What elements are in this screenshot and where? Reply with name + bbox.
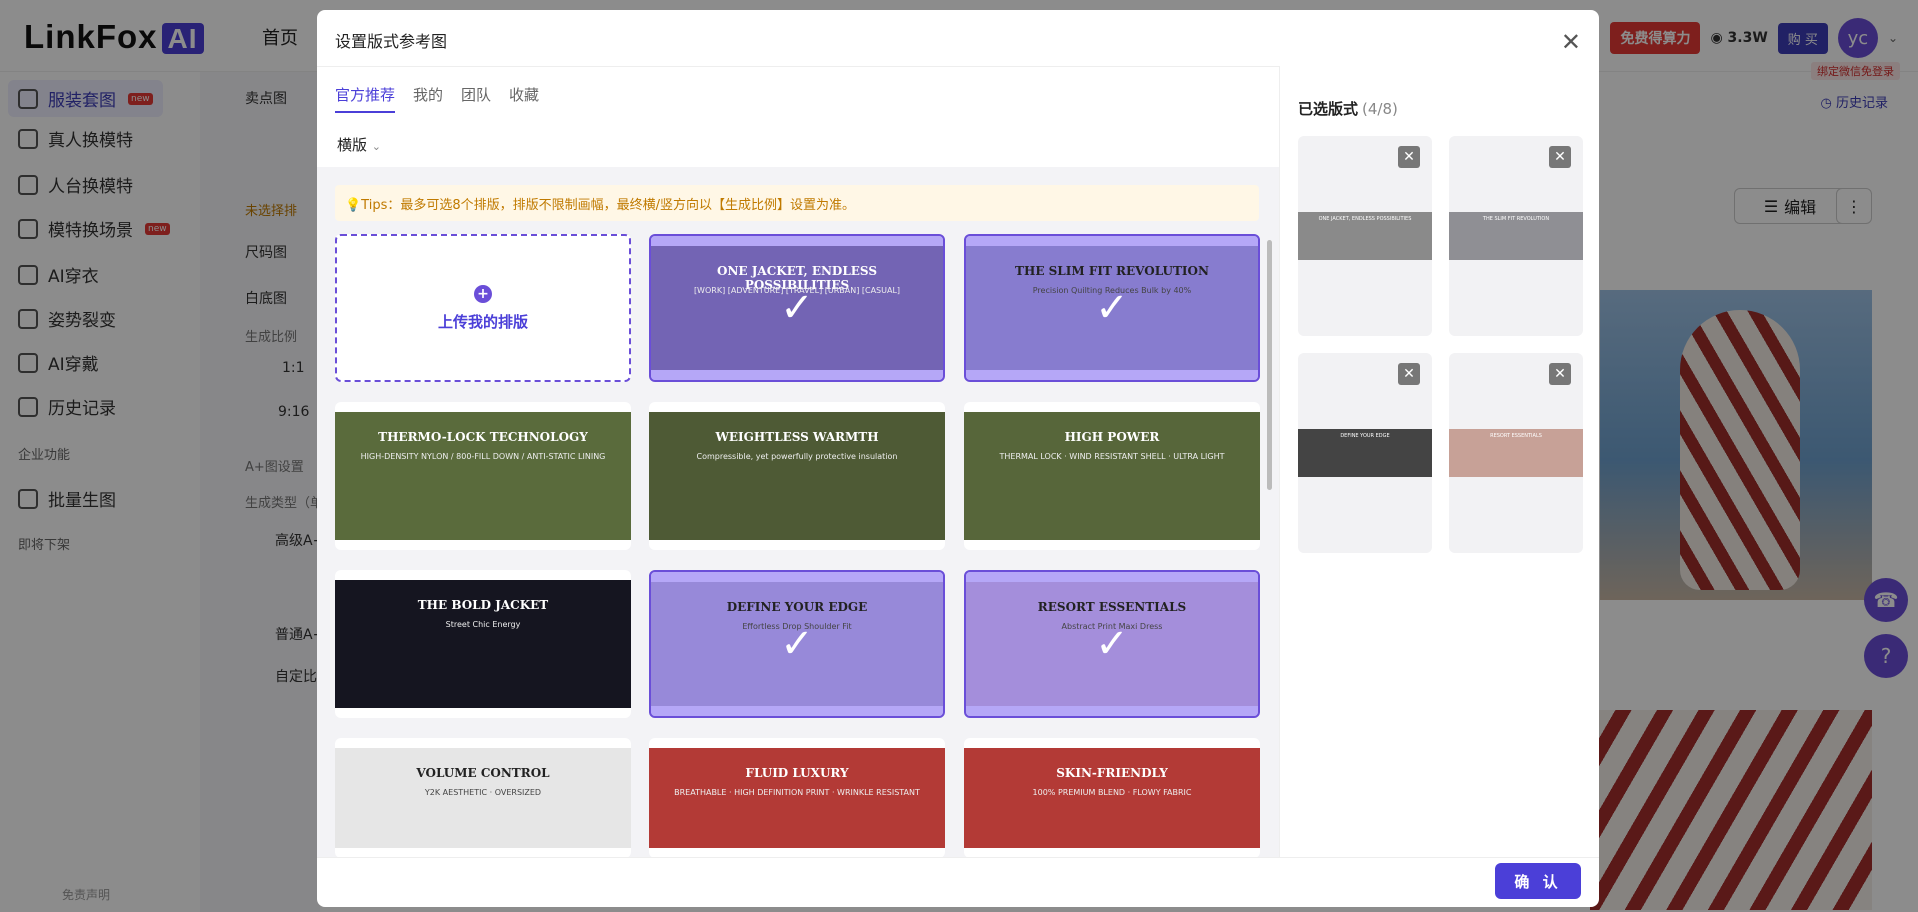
orientation-value: 横版 [337, 136, 368, 154]
layout-thumbnail [649, 748, 945, 848]
selected-title: 已选版式 (4/8) [1298, 98, 1398, 119]
layout-title: THE BOLD JACKET [417, 598, 549, 612]
checkmark-icon: ✓ [780, 285, 814, 331]
tab-official[interactable]: 官方推荐 [335, 84, 396, 113]
checkmark-icon: ✓ [780, 621, 814, 667]
layout-card[interactable]: THE SLIM FIT REVOLUTION Precision Quiltin… [964, 234, 1260, 382]
selected-layout-card[interactable]: DEFINE YOUR EDGE ✕ [1298, 353, 1432, 553]
selected-layout-thumbnail: DEFINE YOUR EDGE [1298, 429, 1432, 477]
checkmark-icon: ✓ [1095, 285, 1129, 331]
tab-mine[interactable]: 我的 [413, 84, 443, 113]
layout-card[interactable]: THERMO-LOCK TECHNOLOGY HIGH-DENSITY NYLON… [335, 402, 631, 550]
remove-icon[interactable]: ✕ [1398, 363, 1420, 385]
orientation-select[interactable]: 横版 ⌄ [337, 134, 381, 155]
layout-card[interactable]: ONE JACKET, ENDLESS POSSIBILITIES [WORK] … [649, 234, 945, 382]
tips-banner: 💡Tips：最多可选8个排版，排版不限制画幅，最终横/竖方向以【生成比例】设置为… [335, 185, 1259, 221]
layout-title: SKIN-FRIENDLY [1056, 766, 1168, 780]
layout-card[interactable]: HIGH POWER THERMAL LOCK · WIND RESISTANT … [964, 402, 1260, 550]
tab-favorites[interactable]: 收藏 [509, 84, 539, 113]
remove-icon[interactable]: ✕ [1549, 363, 1571, 385]
layout-subtitle: HIGH-DENSITY NYLON / 800-FILL DOWN / ANT… [360, 452, 606, 461]
selected-layout-card[interactable]: ONE JACKET, ENDLESS POSSIBILITIES ✕ [1298, 136, 1432, 336]
upload-layout-label: 上传我的排版 [437, 312, 528, 331]
layout-card[interactable]: DEFINE YOUR EDGE Effortless Drop Shoulder… [649, 570, 945, 718]
selected-layouts-panel: 已选版式 (4/8) ONE JACKET, ENDLESS POSSIBILIT… [1279, 66, 1599, 857]
selected-layout-card[interactable]: THE SLIM FIT REVOLUTION ✕ [1449, 136, 1583, 336]
selected-layout-thumbnail: THE SLIM FIT REVOLUTION [1449, 212, 1583, 260]
upload-layout-card[interactable]: + 上传我的排版 [335, 234, 631, 382]
layout-subtitle: Street Chic Energy [445, 620, 521, 629]
layout-subtitle: THERMAL LOCK · WIND RESISTANT SHELL · UL… [999, 452, 1225, 461]
layout-subtitle: BREATHABLE · HIGH DEFINITION PRINT · WRI… [674, 788, 920, 797]
layout-title: WEIGHTLESS WARMTH [715, 430, 879, 444]
divider [317, 857, 1599, 858]
layout-thumbnail [335, 748, 631, 848]
selected-layout-thumbnail: RESORT ESSENTIALS [1449, 429, 1583, 477]
layout-tabs: 官方推荐 我的 团队 收藏 [335, 84, 539, 113]
layout-card[interactable]: FLUID LUXURY BREATHABLE · HIGH DEFINITION… [649, 738, 945, 858]
layout-title: FLUID LUXURY [745, 766, 849, 780]
layout-card[interactable]: WEIGHTLESS WARMTH Compressible, yet power… [649, 402, 945, 550]
layout-title: HIGH POWER [1064, 430, 1160, 444]
layout-card[interactable]: THE BOLD JACKET Street Chic Energy [335, 570, 631, 718]
layout-subtitle: Compressible, yet powerfully protective … [696, 452, 898, 461]
layout-title: DEFINE YOUR EDGE [726, 600, 868, 614]
tab-team[interactable]: 团队 [461, 84, 491, 113]
layout-reference-modal: 设置版式参考图 ✕ 官方推荐 我的 团队 收藏 横版 ⌄ 💡Tips：最多可选8… [317, 10, 1599, 907]
remove-icon[interactable]: ✕ [1549, 146, 1571, 168]
remove-icon[interactable]: ✕ [1398, 146, 1420, 168]
grid-scrollbar[interactable] [1267, 240, 1272, 490]
layout-card[interactable]: SKIN-FRIENDLY 100% PREMIUM BLEND · FLOWY … [964, 738, 1260, 858]
layout-subtitle: Y2K AESTHETIC · OVERSIZED [424, 788, 542, 797]
layout-title: VOLUME CONTROL [416, 766, 550, 780]
layout-card[interactable]: VOLUME CONTROL Y2K AESTHETIC · OVERSIZED [335, 738, 631, 858]
checkmark-icon: ✓ [1095, 621, 1129, 667]
close-icon[interactable]: ✕ [1561, 30, 1581, 54]
layout-subtitle: 100% PREMIUM BLEND · FLOWY FABRIC [1032, 788, 1192, 797]
layout-thumbnail [964, 748, 1260, 848]
layout-card[interactable]: RESORT ESSENTIALS Abstract Print Maxi Dre… [964, 570, 1260, 718]
layout-title: THERMO-LOCK TECHNOLOGY [378, 430, 588, 444]
layout-title: THE SLIM FIT REVOLUTION [1015, 264, 1209, 278]
modal-title: 设置版式参考图 [335, 32, 448, 51]
selected-count: (4/8) [1362, 100, 1398, 118]
layout-title: RESORT ESSENTIALS [1037, 600, 1187, 614]
selected-title-text: 已选版式 [1298, 100, 1359, 118]
confirm-button[interactable]: 确 认 [1495, 863, 1581, 899]
selected-layout-card[interactable]: RESORT ESSENTIALS ✕ [1449, 353, 1583, 553]
plus-icon: + [474, 284, 492, 303]
selected-layout-thumbnail: ONE JACKET, ENDLESS POSSIBILITIES [1298, 212, 1432, 260]
chevron-down-icon: ⌄ [371, 140, 382, 153]
